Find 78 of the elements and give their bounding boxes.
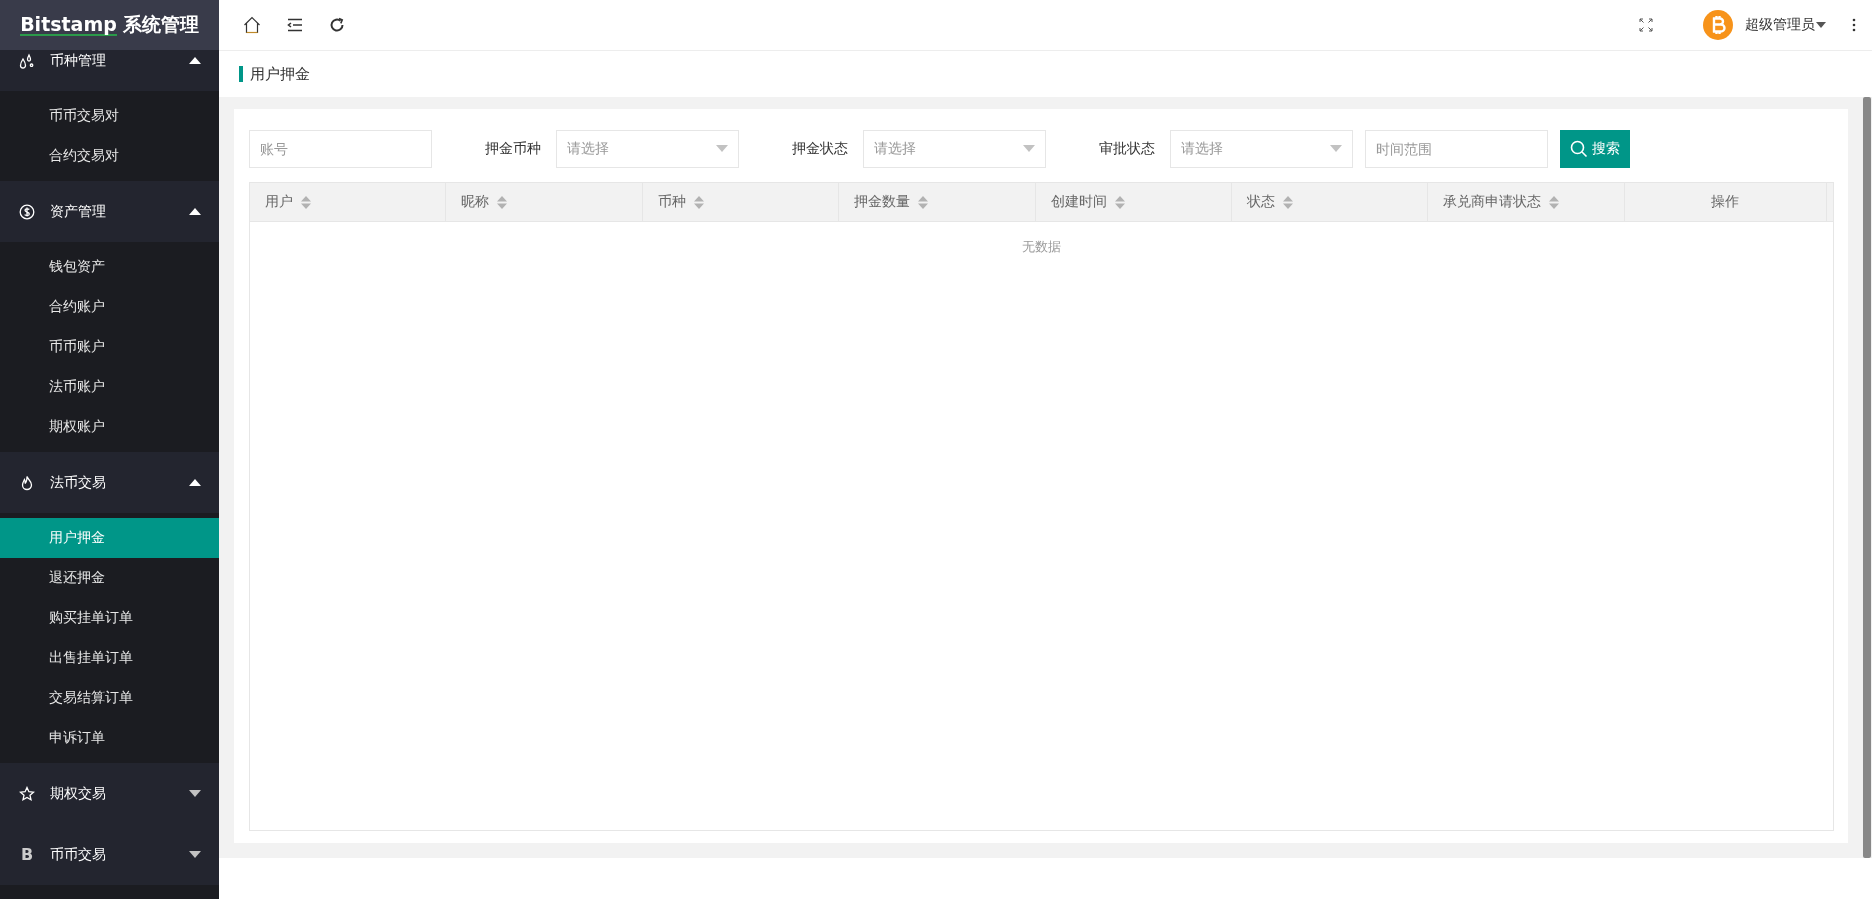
caret-icon: [189, 479, 201, 486]
column-title: 押金数量: [854, 193, 911, 211]
caret-icon: [1330, 145, 1342, 152]
empty-message: 无数据: [1022, 239, 1061, 254]
column-header[interactable]: 用户: [250, 183, 447, 221]
sidebar-item[interactable]: 出售挂单订单: [0, 638, 219, 678]
sort-icon[interactable]: [1114, 195, 1125, 209]
column-title: 状态: [1246, 193, 1275, 211]
column-title: 昵称: [461, 193, 490, 211]
sidebar-item[interactable]: 购买挂单订单: [0, 598, 219, 638]
group-label: 期权交易: [50, 784, 107, 803]
sidebar-group[interactable]: 期权交易: [0, 763, 219, 824]
column-header[interactable]: 状态: [1231, 183, 1429, 221]
column-header[interactable]: 承兑商申请状态: [1428, 183, 1625, 221]
sidebar-group[interactable]: 法币交易: [0, 452, 219, 513]
sidebar-item[interactable]: 币币账户: [0, 327, 219, 367]
sort-icon[interactable]: [301, 195, 311, 209]
brand-name: Bitstamp: [20, 14, 117, 36]
letter-icon: B: [19, 845, 35, 864]
caret-icon: [189, 57, 201, 64]
logo-title: 系统管理: [122, 12, 199, 37]
caret-icon: [716, 145, 728, 152]
caret-icon: [189, 790, 201, 797]
sidebar-item[interactable]: 合约账户: [0, 287, 219, 327]
sidebar-item[interactable]: 币币交易对: [0, 96, 219, 136]
sort-icon[interactable]: [497, 195, 508, 209]
group-label: 币币交易: [50, 845, 107, 864]
column-header[interactable]: 押金数量: [839, 183, 1036, 221]
sidebar-group[interactable]: 币种管理: [0, 50, 219, 91]
star-icon: [19, 785, 35, 802]
refresh-icon[interactable]: [329, 17, 345, 33]
sidebar-item[interactable]: 合约交易对: [0, 136, 219, 176]
home-icon[interactable]: [243, 16, 261, 34]
sort-icon[interactable]: [1549, 195, 1560, 209]
column-header[interactable]: 昵称: [446, 183, 643, 221]
more-icon[interactable]: [1852, 18, 1856, 32]
sort-icon[interactable]: [693, 195, 704, 209]
user-menu[interactable]: 超级管理员: [1745, 16, 1826, 34]
sidebar-item[interactable]: 申诉订单: [0, 718, 219, 758]
column-header[interactable]: 币种: [642, 183, 840, 221]
column-title: 操作: [1711, 193, 1740, 211]
search-icon: [1570, 139, 1588, 158]
sort-icon[interactable]: [918, 195, 929, 209]
fullscreen-icon[interactable]: [1639, 18, 1653, 32]
search-button[interactable]: 搜索: [1560, 129, 1630, 168]
sidebar-item[interactable]: 期权账户: [0, 407, 219, 447]
menu-icon[interactable]: [287, 18, 303, 32]
sidebar-item[interactable]: 法币账户: [0, 367, 219, 407]
group-label: 资产管理: [50, 202, 107, 221]
flame-icon: [19, 474, 35, 491]
page-title: 用户押金: [250, 64, 310, 84]
column-header[interactable]: 创建时间: [1035, 183, 1232, 221]
sort-icon[interactable]: [1282, 195, 1293, 209]
drops-icon: [19, 52, 35, 69]
sidebar-group[interactable]: B 币币交易: [0, 824, 219, 885]
column-title: 创建时间: [1050, 193, 1107, 211]
sidebar-item[interactable]: 钱包资产: [0, 247, 219, 287]
sidebar-item[interactable]: 用户押金: [0, 518, 219, 558]
group-label: 币种管理: [50, 51, 107, 70]
input-field[interactable]: 时间范围: [1365, 129, 1548, 168]
caret-icon: [189, 208, 201, 215]
sidebar-item[interactable]: 退还押金: [0, 558, 219, 598]
caret-icon: [1023, 145, 1035, 152]
scrollbar[interactable]: [1863, 97, 1871, 858]
sidebar-item[interactable]: 交易结算订单: [0, 678, 219, 718]
input-field[interactable]: 账号: [249, 129, 432, 168]
column-title: 承兑商申请状态: [1443, 193, 1542, 211]
filter-label: 押金币种: [484, 139, 542, 158]
caret-icon: [1816, 22, 1826, 28]
filter-label: 审批状态: [1098, 139, 1156, 158]
caret-icon: [189, 851, 201, 858]
group-label: 法币交易: [50, 473, 107, 492]
column-title: 用户: [265, 193, 293, 211]
bitcoin-avatar-icon[interactable]: [1703, 10, 1733, 40]
filter-label: 押金状态: [791, 139, 849, 158]
dollar-icon: [19, 203, 35, 220]
sidebar-group[interactable]: 资产管理: [0, 181, 219, 242]
column-title: 币种: [657, 193, 686, 211]
